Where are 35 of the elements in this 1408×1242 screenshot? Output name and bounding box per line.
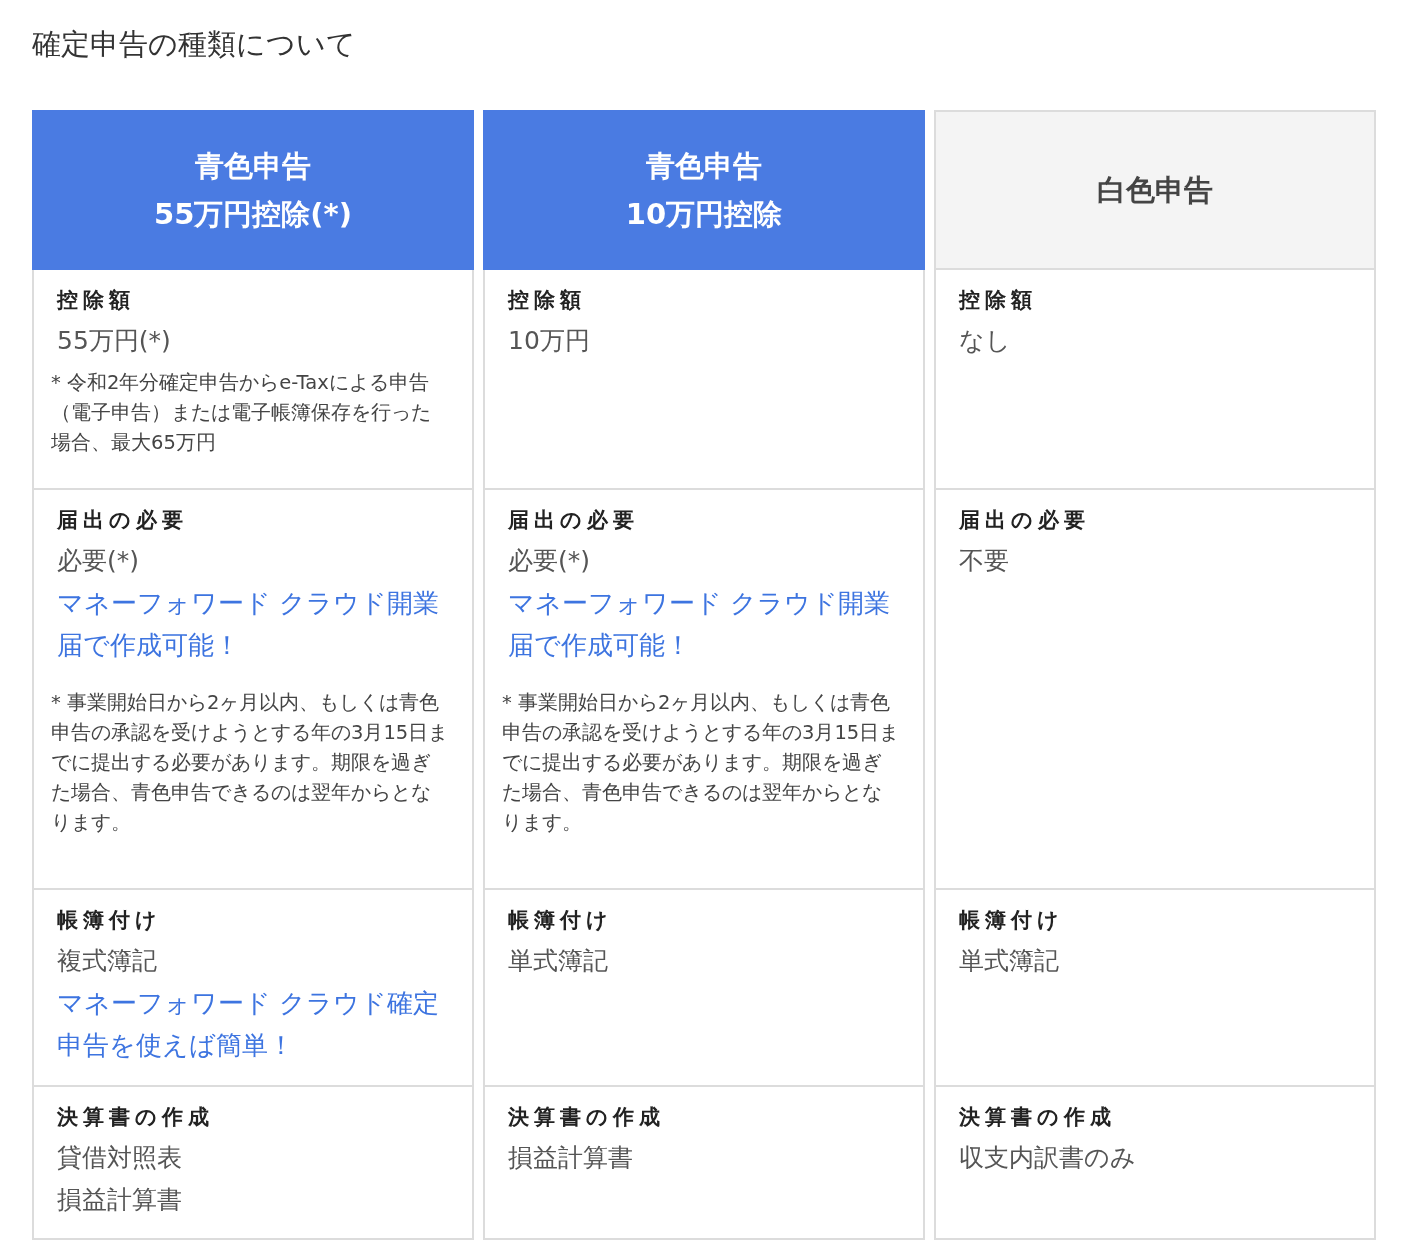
cell-label: 帳簿付け <box>959 907 1065 934</box>
cell-value: 必要(*) <box>57 545 140 577</box>
cell-label: 届出の必要 <box>508 507 640 534</box>
footnote: * 令和2年分確定申告からe-Taxによる申告（電子申告）または電子帳簿保存を行った場合、最大65万円 <box>51 370 432 456</box>
column-title: 白色申告 <box>1097 172 1213 209</box>
cell-label: 控除額 <box>57 287 136 314</box>
cell-value: 10万円 <box>508 325 591 357</box>
column-title: 青色申告 10万円控除 <box>625 148 783 233</box>
cell-label: 帳簿付け <box>508 907 614 934</box>
cell-value: 貸借対照表 <box>57 1142 183 1174</box>
page-title: 確定申告の種類について <box>32 26 357 63</box>
cell-label: 控除額 <box>508 287 587 314</box>
cell-label: 決算書の作成 <box>57 1104 215 1131</box>
cell-value: 不要 <box>959 545 1010 577</box>
cell-value: なし <box>959 325 1012 357</box>
cell-link[interactable]: マネーフォワード クラウド開業届で作成可能！ <box>508 582 901 666</box>
cell-label: 決算書の作成 <box>959 1104 1117 1131</box>
cell-value: 単式簿記 <box>959 945 1060 977</box>
cell-link[interactable]: マネーフォワード クラウド開業届で作成可能！ <box>57 582 450 666</box>
cell-value: 収支内訳書のみ <box>959 1142 1137 1174</box>
footnote: * 事業開始日から2ヶ月以内、もしくは青色申告の承認を受けようとする年の3月15日までに提出する必要があります。期限を過ぎた場合、青色申告できるのは翌年からとなります。 <box>502 690 901 836</box>
cell-label: 控除額 <box>959 287 1038 314</box>
footnote: * 事業開始日から2ヶ月以内、もしくは青色申告の承認を受けようとする年の3月15日までに提出する必要があります。期限を過ぎた場合、青色申告できるのは翌年からとなります。 <box>51 690 450 836</box>
cell-value: 損益計算書 <box>57 1184 183 1216</box>
cell-value: 複式簿記 <box>57 945 158 977</box>
cell-value: 損益計算書 <box>508 1142 634 1174</box>
cell-label: 届出の必要 <box>57 507 189 534</box>
cell-label: 届出の必要 <box>959 507 1091 534</box>
column-title: 青色申告 55万円控除(*) <box>154 148 352 233</box>
cell-label: 帳簿付け <box>57 907 163 934</box>
cell-label: 決算書の作成 <box>508 1104 666 1131</box>
cell-value: 必要(*) <box>508 545 591 577</box>
cell-value: 単式簿記 <box>508 945 609 977</box>
cell-value: 55万円(*) <box>57 325 172 357</box>
cell-link[interactable]: マネーフォワード クラウド確定申告を使えば簡単！ <box>57 982 450 1066</box>
